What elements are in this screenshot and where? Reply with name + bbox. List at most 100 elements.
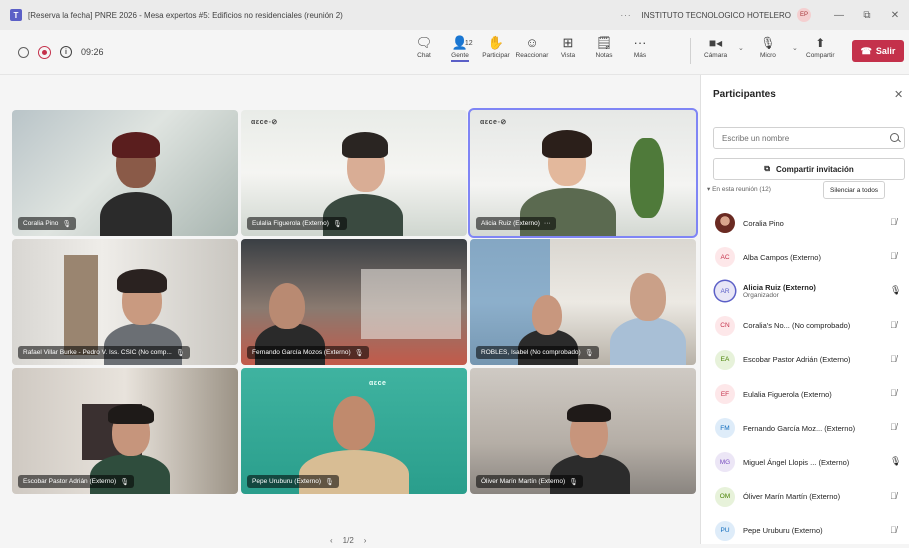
toolbar-view-button[interactable]: ⊞ Vista	[550, 34, 586, 62]
camera-button[interactable]: ■◂ Cámara	[704, 34, 727, 59]
mic-on-icon[interactable]: 🎙	[890, 456, 901, 467]
toolbar-raise-hand-button[interactable]: ✋ Participar	[478, 34, 514, 62]
close-icon[interactable]: ✕	[894, 88, 903, 101]
participant-list: Coralia Pino 🎙̸ AC Alba Campos (Externo) 🎙̸ A…	[701, 206, 909, 548]
video-tile-active-speaker[interactable]: αεce◦⊘ Alicia Ruiz (Externo) ···	[468, 108, 698, 238]
video-name-tag: Fernando García Mozos (Externo) 🎙	[247, 346, 369, 359]
video-name-tag: Pepe Uruburu (Externo) 🎙	[247, 475, 339, 488]
participant-row[interactable]: FM Fernando García Moz... (Externo) 🎙̸	[701, 411, 909, 445]
video-tile[interactable]: ROBLES, Isabel (No comprobado) 🎙	[470, 239, 696, 365]
participant-count: 12	[464, 40, 473, 47]
participant-row[interactable]: Coralia Pino 🎙̸	[701, 206, 909, 240]
share-invite-button[interactable]: ⧉ Compartir invitación	[713, 158, 905, 180]
mic-off-icon[interactable]: 🎙̸	[890, 525, 897, 535]
user-avatar[interactable]: EP	[797, 8, 811, 22]
search-placeholder: Escribe un nombre	[722, 133, 790, 143]
mic-off-icon: 🎙	[584, 349, 594, 357]
notes-icon: 🗒	[595, 35, 613, 50]
participant-row[interactable]: AC Alba Campos (Externo) 🎙̸	[701, 240, 909, 274]
video-name-tag: Alicia Ruiz (Externo) ···	[476, 217, 556, 230]
participant-role: Organizador	[743, 292, 779, 300]
mic-off-icon[interactable]: 🎙̸	[890, 217, 897, 227]
toolbar-button-label: Notas	[595, 52, 613, 59]
mic-on-icon[interactable]: 🎙	[890, 285, 901, 296]
window-title: [Reserva la fecha] PNRE 2026 - Mesa expe…	[28, 10, 343, 20]
toolbar-button-label: Más	[633, 52, 647, 59]
participant-row[interactable]: PU Pepe Uruburu (Externo) 🎙̸	[701, 514, 909, 548]
participant-row[interactable]: AR Alicia Ruiz (Externo) Organizador 🎙	[701, 274, 909, 308]
video-name-tag: Coralia Pino 🎙	[18, 217, 77, 230]
search-participants-input[interactable]: Escribe un nombre	[713, 127, 905, 149]
mic-off-icon[interactable]: 🎙̸	[890, 354, 897, 364]
avatar: EA	[715, 349, 735, 370]
share-invite-label: Compartir invitación	[775, 164, 854, 174]
hang-up-icon: ☎	[860, 45, 872, 56]
toolbar-react-button[interactable]: ☺ Reaccionar	[514, 34, 550, 62]
more-icon: ···	[633, 35, 647, 50]
video-tile[interactable]: Fernando García Mozos (Externo) 🎙	[241, 239, 467, 365]
video-name-tag: Escobar Pastor Adrián (Externo) 🎙	[18, 475, 135, 488]
react-icon: ☺	[525, 35, 539, 50]
mic-off-icon: 🎙	[332, 220, 342, 228]
mic-off-icon[interactable]: 🎙̸	[890, 491, 897, 501]
video-tile[interactable]: Óliver Marín Martín (Externo) 🎙	[470, 368, 696, 494]
video-tile[interactable]: Escobar Pastor Adrián (Externo) 🎙	[12, 368, 238, 494]
participant-name: Coralia Pino	[743, 218, 784, 228]
info-icon[interactable]: i	[60, 46, 72, 58]
people-icon: 👤 12	[452, 34, 473, 52]
toolbar-people-button[interactable]: 👤 12 Gente	[442, 34, 478, 62]
toolbar-button-label: Gente	[451, 52, 469, 62]
in-meeting-section-toggle[interactable]: ▾ En esta reunión (12)	[707, 185, 771, 193]
view-icon: ⊞	[562, 35, 574, 50]
video-name-tag: Eulalia Figuerola (Externo) 🎙	[247, 217, 347, 230]
title-bar: T [Reserva la fecha] PNRE 2026 - Mesa ex…	[0, 0, 909, 30]
avatar: CN	[715, 315, 735, 336]
mic-off-icon[interactable]: 🎙̸	[890, 388, 897, 398]
toolbar-divider	[690, 38, 691, 64]
video-tile[interactable]: αεce◦⊘ Eulalia Figuerola (Externo) 🎙	[241, 110, 467, 236]
toolbar-notes-button[interactable]: 🗒 Notas	[586, 34, 622, 62]
camera-icon: ■◂	[708, 36, 723, 50]
more-options-icon[interactable]: ···	[621, 11, 632, 20]
participant-row[interactable]: EF Eulalia Figuerola (Externo) 🎙̸	[701, 377, 909, 411]
close-window-button[interactable]: ✕	[881, 10, 909, 21]
camera-options-chevron-icon[interactable]: ⌄	[738, 44, 744, 52]
teams-logo-icon: T	[10, 9, 22, 21]
participant-name: Pepe Uruburu (Externo)	[743, 526, 823, 536]
mic-options-chevron-icon[interactable]: ⌄	[792, 44, 798, 52]
leave-button[interactable]: ☎ Salir	[852, 40, 904, 62]
avatar: AR	[715, 281, 735, 302]
share-label: Compartir	[806, 52, 835, 59]
share-invite-icon: ⧉	[764, 164, 770, 173]
participant-row[interactable]: EA Escobar Pastor Adrián (Externo) 🎙̸	[701, 343, 909, 377]
meeting-actions: 🗨 Chat 👤 12 Gente ✋ Participar ☺ Reaccionar ⊞ Vist…	[406, 34, 658, 62]
meeting-toolbar: i 09:26 🗨 Chat 👤 12 Gente ✋ Participar ☺ Reaccio…	[0, 30, 909, 75]
participant-name: Eulalia Figuerola (Externo)	[743, 389, 832, 399]
participant-row[interactable]: OM Óliver Marín Martín (Externo) 🎙̸	[701, 480, 909, 514]
toolbar-chat-button[interactable]: 🗨 Chat	[406, 34, 442, 62]
avatar	[715, 213, 735, 234]
mic-off-icon[interactable]: 🎙̸	[890, 251, 897, 261]
participant-name: Alicia Ruiz (Externo)	[743, 283, 816, 293]
participant-row[interactable]: CN Coralia's No... (No comprobado) 🎙̸	[701, 309, 909, 343]
minimize-button[interactable]: —	[825, 10, 853, 21]
video-tile[interactable]: Coralia Pino 🎙	[12, 110, 238, 236]
mic-off-icon[interactable]: 🎙̸	[890, 422, 897, 432]
mic-off-icon[interactable]: 🎙̸	[890, 320, 897, 330]
maximize-button[interactable]: ⧉	[853, 10, 881, 21]
mute-all-button[interactable]: Silenciar a todos	[823, 181, 886, 199]
camera-label: Cámara	[704, 52, 728, 59]
toolbar-button-label: Participar	[482, 52, 510, 59]
toolbar-more-button[interactable]: ··· Más	[622, 34, 658, 62]
video-tile[interactable]: αεce Pepe Uruburu (Externo) 🎙	[241, 368, 467, 494]
video-tile[interactable]: Rafael Villar Burke - Pedro V. Iss. CSIC…	[12, 239, 238, 365]
avatar: AC	[715, 247, 735, 268]
mic-button[interactable]: 🎙 Micro	[760, 34, 776, 59]
avatar: EF	[715, 384, 735, 405]
video-name-tag: Óliver Marín Martín (Externo) 🎙	[476, 475, 584, 488]
participant-row[interactable]: MG Miguel Ángel Llopis ... (Externo) 🎙	[701, 445, 909, 479]
brand-logo: αεce	[369, 380, 387, 387]
share-screen-button[interactable]: ⬆ Compartir	[806, 34, 835, 59]
more-options-icon: ···	[543, 220, 551, 227]
panel-title: Participantes	[713, 89, 776, 100]
